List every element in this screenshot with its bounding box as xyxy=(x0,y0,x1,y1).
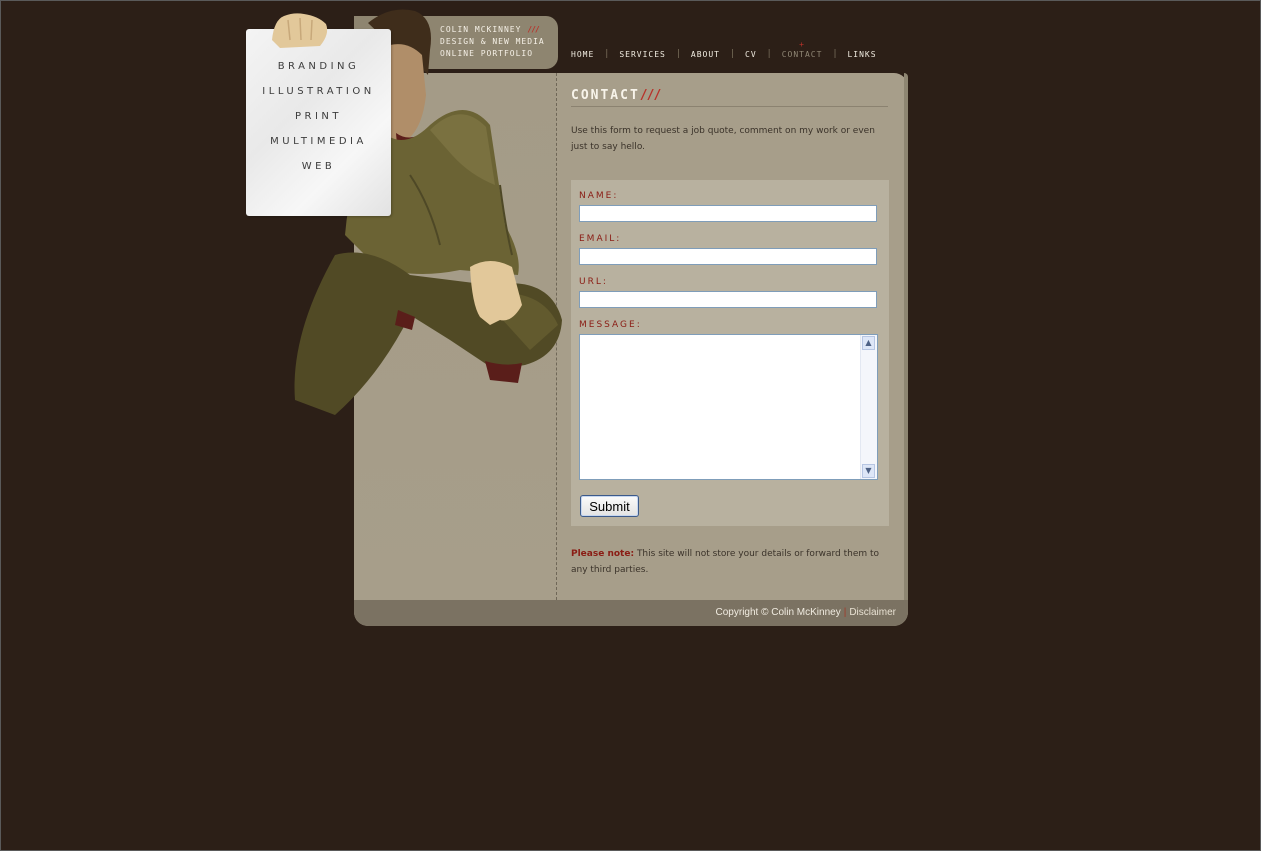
footer: Copyright © Colin McKinney | Disclaimer xyxy=(354,600,908,626)
nav-home[interactable]: HOME xyxy=(571,50,594,59)
email-field[interactable] xyxy=(579,248,877,265)
paper-menu: BRANDING ILLUSTRATION PRINT MULTIMEDIA W… xyxy=(246,29,391,216)
contact-form: NAME: EMAIL: URL: MESSAGE: ▲ ▼ Submit xyxy=(571,180,889,526)
card-edge xyxy=(904,73,908,600)
submit-button[interactable]: Submit xyxy=(580,495,639,517)
copyright-text: Copyright © Colin McKinney xyxy=(715,607,841,618)
title-divider xyxy=(571,106,888,107)
name-field[interactable] xyxy=(579,205,877,222)
main-nav: HOME | SERVICES | ABOUT | CV | CONTACT |… xyxy=(571,49,877,59)
message-field[interactable]: ▲ ▼ xyxy=(579,334,878,480)
footer-separator: | xyxy=(843,607,847,618)
scroll-up-icon[interactable]: ▲ xyxy=(862,336,875,350)
message-scrollbar[interactable]: ▲ ▼ xyxy=(860,335,877,479)
menu-web[interactable]: WEB xyxy=(246,159,391,184)
nav-separator: | xyxy=(605,49,609,59)
footer-text: Copyright © Colin McKinney | Disclaimer xyxy=(716,607,896,618)
note-prefix: Please note: xyxy=(571,549,635,559)
holding-hand-icon xyxy=(272,13,328,49)
disclaimer-link[interactable]: Disclaimer xyxy=(849,607,896,618)
intro-text: Use this form to request a job quote, co… xyxy=(571,126,875,152)
nav-separator: | xyxy=(676,49,680,59)
nav-about[interactable]: ABOUT xyxy=(691,50,720,59)
scroll-down-icon[interactable]: ▼ xyxy=(862,464,875,478)
nav-separator: | xyxy=(767,49,771,59)
category-menu: BRANDING ILLUSTRATION PRINT MULTIMEDIA W… xyxy=(246,59,391,184)
name-label: NAME: xyxy=(579,191,619,201)
nav-services[interactable]: SERVICES xyxy=(619,50,666,59)
page-title: CONTACT/// xyxy=(571,88,662,103)
title-text: CONTACT xyxy=(571,88,640,103)
nav-links[interactable]: LINKS xyxy=(847,50,876,59)
nav-contact[interactable]: CONTACT xyxy=(782,50,823,59)
email-label: EMAIL: xyxy=(579,234,622,244)
menu-branding[interactable]: BRANDING xyxy=(246,59,391,84)
menu-multimedia[interactable]: MULTIMEDIA xyxy=(246,134,391,159)
privacy-note: Please note: This site will not store yo… xyxy=(571,546,891,578)
title-slashes: /// xyxy=(639,88,662,103)
menu-print[interactable]: PRINT xyxy=(246,109,391,134)
nav-separator: | xyxy=(833,49,837,59)
url-label: URL: xyxy=(579,277,608,287)
menu-illustration[interactable]: ILLUSTRATION xyxy=(246,84,391,109)
nav-separator: | xyxy=(730,49,735,59)
message-label: MESSAGE: xyxy=(579,320,642,330)
nav-cv[interactable]: CV xyxy=(745,50,757,59)
url-field[interactable] xyxy=(579,291,877,308)
